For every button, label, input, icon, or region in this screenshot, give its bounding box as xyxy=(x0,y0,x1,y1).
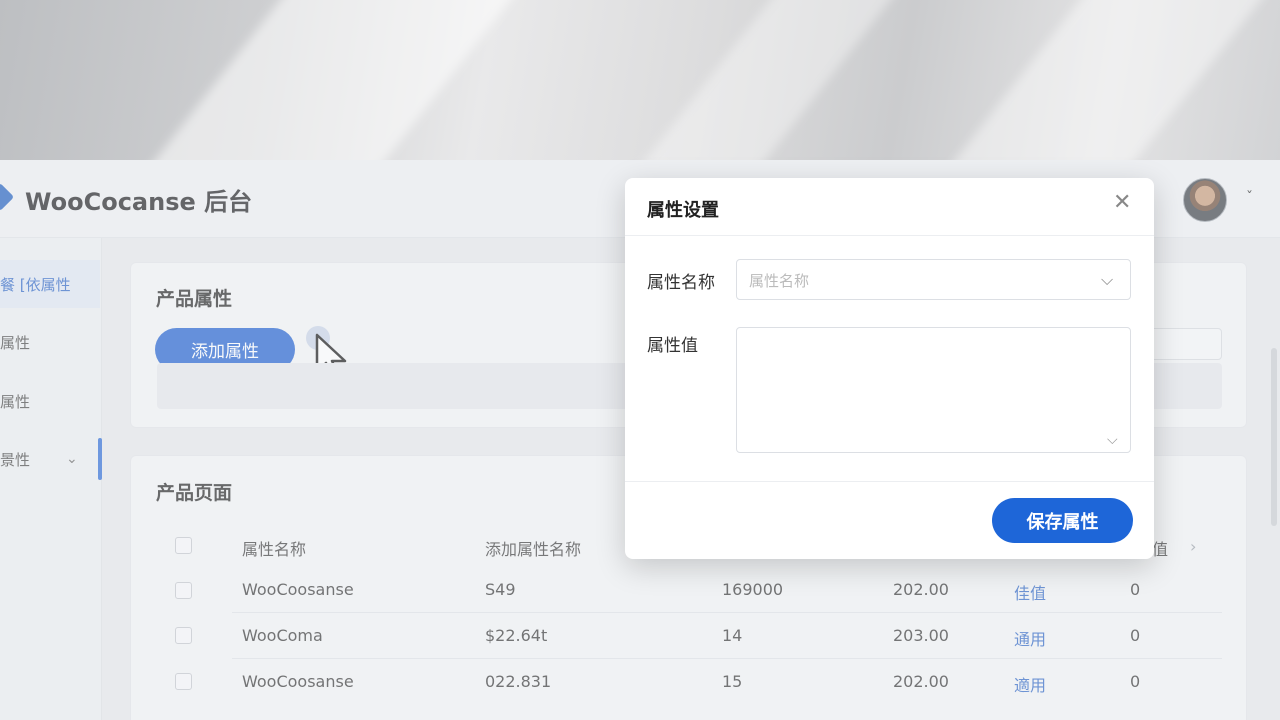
attribute-value-label: 属性值 xyxy=(647,336,698,356)
attribute-name-label: 属性名称 xyxy=(647,273,715,293)
chevron-down-icon[interactable]: ⌵ xyxy=(1101,270,1113,290)
modal-title: 属性设置 xyxy=(647,200,719,221)
save-attribute-button[interactable]: 保存属性 xyxy=(992,498,1133,543)
close-icon[interactable]: ✕ xyxy=(1113,192,1131,214)
chevron-down-icon: ⌵ xyxy=(1107,432,1118,448)
attribute-value-textarea[interactable] xyxy=(736,327,1131,453)
background-wall xyxy=(0,0,1280,160)
modal-footer-divider xyxy=(625,481,1154,482)
modal-header-divider xyxy=(625,235,1154,236)
attribute-settings-modal: 属性设置 ✕ 属性名称 属性名称 ⌵ 属性值 ⌵ 保存属性 xyxy=(625,178,1154,559)
attribute-name-select[interactable]: 属性名称 xyxy=(736,259,1131,300)
